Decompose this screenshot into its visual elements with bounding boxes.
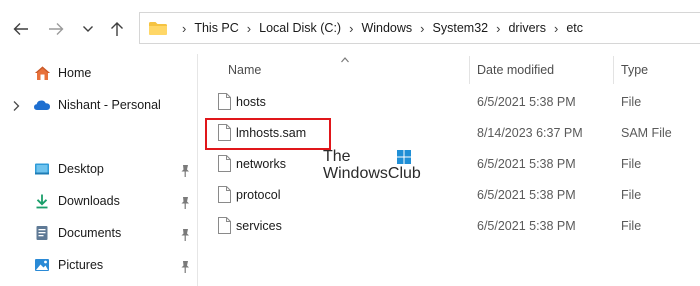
address-bar[interactable]: › This PC › Local Disk (C:) › Windows › … [139,12,700,44]
breadcrumb-separator[interactable]: › [247,21,251,36]
home-icon [33,64,51,82]
watermark: The WindowsClub [323,148,421,184]
breadcrumb-system32[interactable]: System32 [433,21,489,35]
pin-icon[interactable] [179,260,191,274]
breadcrumb-separator[interactable]: › [420,21,424,36]
sidebar-item-pictures[interactable]: Pictures [33,253,103,277]
forward-button[interactable] [45,18,67,40]
up-button[interactable] [106,18,128,40]
breadcrumb-this-pc[interactable]: This PC [194,21,238,35]
breadcrumb-windows[interactable]: Windows [361,21,412,35]
file-type: File [621,188,642,202]
sidebar-item-label: Downloads [58,194,120,208]
arrow-right-icon [49,23,64,35]
file-type: File [621,95,642,109]
download-icon [33,192,51,210]
file-date-modified: 6/5/2021 5:38 PM [477,219,576,233]
file-name: networks [236,157,287,171]
sidebar-item-label: Desktop [58,162,104,176]
breadcrumb-etc[interactable]: etc [566,21,583,35]
file-name: services [236,219,282,233]
file-type: File [621,157,642,171]
folder-icon [149,22,167,35]
arrow-up-icon [111,22,123,36]
file-date-modified: 6/5/2021 5:38 PM [477,95,576,109]
desktop-icon [33,160,51,178]
file-row[interactable]: services 6/5/2021 5:38 PM File [199,212,700,240]
breadcrumb-separator[interactable]: › [554,21,558,36]
sidebar-item-desktop[interactable]: Desktop [33,157,104,181]
onedrive-icon [33,96,51,114]
pictures-icon [33,256,51,274]
breadcrumb-separator[interactable]: › [349,21,353,36]
file-date-modified: 6/5/2021 5:38 PM [477,188,576,202]
column-divider[interactable] [613,56,614,84]
documents-icon [33,224,51,242]
breadcrumb: › This PC › Local Disk (C:) › Windows › … [174,21,583,36]
file-icon [218,93,231,110]
watermark-text: WindowsClub [323,165,421,182]
sidebar-item-label: Pictures [58,258,104,272]
recent-locations-button[interactable] [77,18,99,40]
sidebar-item-label: Nishant - Personal [58,98,161,112]
pin-icon[interactable] [179,164,191,178]
column-header-date-modified[interactable]: Date modified [477,63,554,77]
file-type: File [621,219,642,233]
arrow-left-icon [13,23,28,35]
column-divider[interactable] [469,56,470,84]
chevron-right-icon[interactable] [11,100,21,112]
breadcrumb-drivers[interactable]: drivers [508,21,546,35]
sidebar-item-onedrive[interactable]: Nishant - Personal [33,93,161,117]
sidebar-item-documents[interactable]: Documents [33,221,121,245]
navigation-pane: Home Nishant - Personal Desktop Download… [0,54,198,286]
file-icon [218,155,231,172]
file-type: SAM File [621,126,672,140]
breadcrumb-local-disk[interactable]: Local Disk (C:) [259,21,341,35]
sort-ascending-icon [341,57,349,63]
breadcrumb-separator[interactable]: › [182,21,186,36]
pin-icon[interactable] [179,196,191,210]
file-list: Name Date modified Type hosts 6/5/2021 5… [199,54,700,286]
sidebar-item-label: Home [58,66,92,80]
pin-icon[interactable] [179,228,191,242]
watermark-text: The [323,148,351,165]
file-row[interactable]: networks 6/5/2021 5:38 PM File [199,150,700,178]
sidebar-item-label: Documents [58,226,122,240]
sidebar-item-downloads[interactable]: Downloads [33,189,120,213]
back-button[interactable] [10,18,32,40]
file-icon [218,217,231,234]
file-name: protocol [236,188,281,202]
chevron-down-icon [83,26,93,32]
file-name: hosts [236,95,266,109]
breadcrumb-separator[interactable]: › [496,21,500,36]
file-date-modified: 8/14/2023 6:37 PM [477,126,583,140]
sidebar-item-home[interactable]: Home [33,61,91,85]
column-header-name[interactable]: Name [228,63,261,77]
file-icon [218,186,231,203]
windows-logo-icon [397,150,411,164]
navigation-bar: › This PC › Local Disk (C:) › Windows › … [0,0,700,54]
column-header-type[interactable]: Type [621,63,648,77]
file-row[interactable]: protocol 6/5/2021 5:38 PM File [199,181,700,209]
file-date-modified: 6/5/2021 5:38 PM [477,157,576,171]
highlight-annotation [205,118,331,150]
file-row[interactable]: hosts 6/5/2021 5:38 PM File [199,88,700,116]
